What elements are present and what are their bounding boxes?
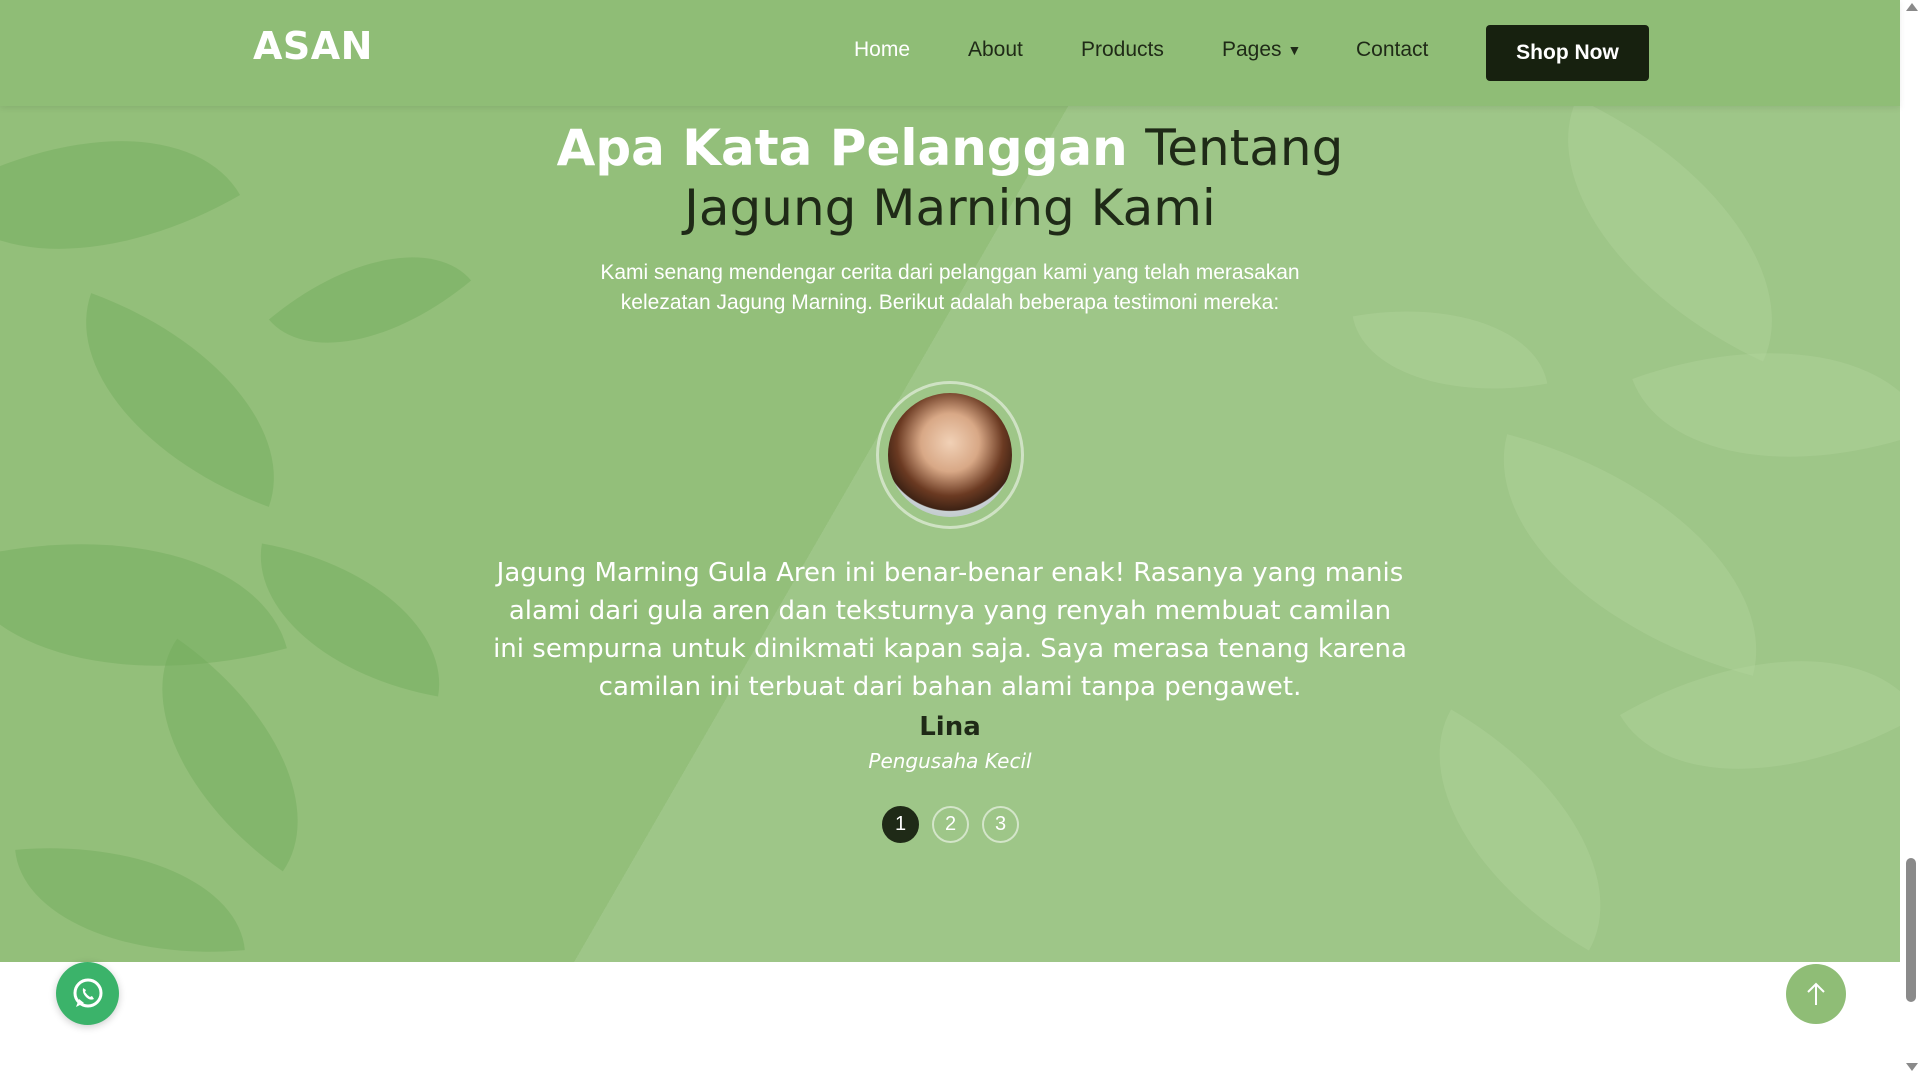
reviewer-role: Pengusaha Kecil <box>868 749 1032 773</box>
page-dot-1[interactable]: 1 <box>882 806 919 843</box>
page-dot-3[interactable]: 3 <box>982 806 1019 843</box>
nav-pages[interactable]: Pages ▼ <box>1222 38 1301 62</box>
nav-pages-label: Pages <box>1222 38 1282 61</box>
intro-line-2: kelezatan Jagung Marning. Berikut adalah… <box>620 291 1280 314</box>
title-strong: Apa Kata Pelanggan <box>556 119 1128 177</box>
testimonial-pagination: 1 2 3 <box>882 806 1019 843</box>
scroll-down-arrow-icon[interactable] <box>1906 1063 1918 1071</box>
section-title: Apa Kata Pelanggan Tentang Jagung Marnin… <box>450 118 1450 238</box>
nav-about[interactable]: About <box>968 38 1023 62</box>
page-scrollbar[interactable] <box>1902 0 1920 1080</box>
testimonial-quote: Jagung Marning Gula Aren ini benar-benar… <box>493 558 1407 702</box>
whatsapp-icon <box>73 978 102 1007</box>
shop-now-button[interactable]: Shop Now <box>1486 25 1649 81</box>
whatsapp-button[interactable] <box>56 962 119 1025</box>
brand-logo[interactable]: ASAN <box>253 24 373 68</box>
nav-home[interactable]: Home <box>854 38 910 62</box>
avatar-ring <box>876 381 1024 529</box>
arrow-up-icon <box>1807 982 1825 1005</box>
reviewer-name: Lina <box>919 712 981 742</box>
back-to-top-button[interactable] <box>1786 964 1846 1024</box>
avatar <box>888 393 1012 517</box>
intro-line-1: Kami senang mendengar cerita dari pelang… <box>600 261 1300 284</box>
title-light-2: Jagung Marning Kami <box>684 179 1216 237</box>
scrollbar-thumb[interactable] <box>1906 858 1916 1002</box>
chevron-down-icon: ▼ <box>1287 42 1302 59</box>
navbar: ASAN Home About Products Pages ▼ Contact … <box>0 0 1900 106</box>
nav-contact[interactable]: Contact <box>1356 38 1428 62</box>
title-light-1: Tentang <box>1145 119 1344 177</box>
nav-products[interactable]: Products <box>1081 38 1164 62</box>
section-intro: Kami senang mendengar cerita dari pelang… <box>560 258 1340 318</box>
page-dot-2[interactable]: 2 <box>932 806 969 843</box>
scroll-up-arrow-icon[interactable] <box>1906 3 1918 11</box>
